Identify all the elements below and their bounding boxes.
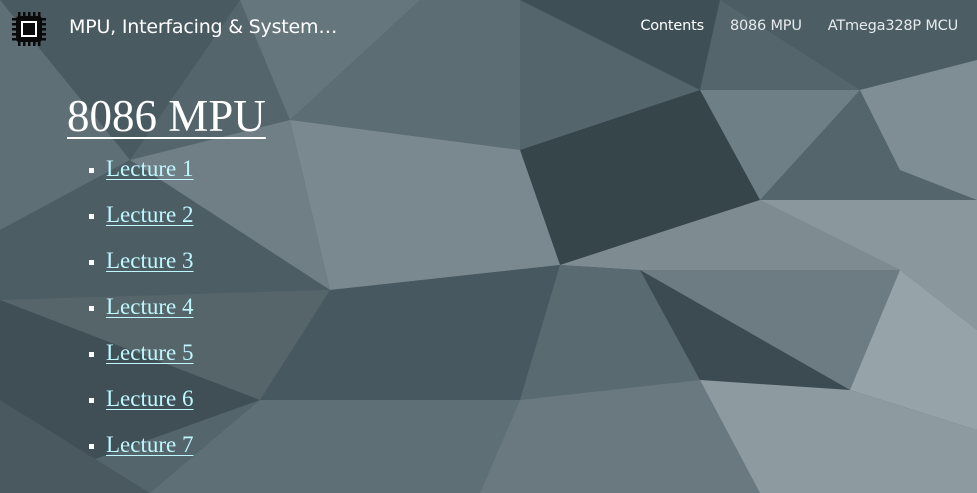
bullet-icon [89, 168, 94, 173]
bullet-icon [89, 260, 94, 265]
nav-link-contents[interactable]: Contents [640, 18, 704, 34]
brand-title: MPU, Interfacing & System De... [69, 16, 343, 38]
lecture-link-5[interactable]: Lecture 5 [106, 340, 193, 366]
list-item: Lecture 7 [89, 432, 193, 478]
bullet-icon [89, 398, 94, 403]
lecture-link-2[interactable]: Lecture 2 [106, 202, 193, 228]
nav-link-atmega328p-mcu[interactable]: ATmega328P MCU [828, 18, 958, 34]
list-item: Lecture 4 [89, 294, 193, 340]
main-content: 8086 MPU Lecture 1 Lecture 2 Lecture 3 L… [67, 88, 266, 457]
list-item: Lecture 2 [89, 202, 193, 248]
bullet-icon [89, 444, 94, 449]
list-item: Lecture 5 [89, 340, 193, 386]
list-item: Lecture 6 [89, 386, 193, 432]
lecture-link-7[interactable]: Lecture 7 [106, 432, 193, 458]
brand-link[interactable]: MPU, Interfacing & System De... [10, 10, 343, 48]
top-navbar: MPU, Interfacing & System De... Contents… [0, 0, 977, 56]
list-item: Lecture 1 [89, 156, 193, 202]
bullet-icon [89, 214, 94, 219]
list-item: Lecture 3 [89, 248, 193, 294]
page-title: 8086 MPU [67, 91, 266, 141]
lecture-list: Lecture 1 Lecture 2 Lecture 3 Lecture 4 … [89, 156, 193, 478]
bullet-icon [89, 306, 94, 311]
nav-links: Contents 8086 MPU ATmega328P MCU [640, 18, 958, 34]
nav-link-8086-mpu[interactable]: 8086 MPU [730, 18, 802, 34]
lecture-link-4[interactable]: Lecture 4 [106, 294, 193, 320]
lecture-link-6[interactable]: Lecture 6 [106, 386, 193, 412]
chip-icon [12, 12, 46, 46]
lecture-link-3[interactable]: Lecture 3 [106, 248, 193, 274]
bullet-icon [89, 352, 94, 357]
lecture-link-1[interactable]: Lecture 1 [106, 156, 193, 182]
